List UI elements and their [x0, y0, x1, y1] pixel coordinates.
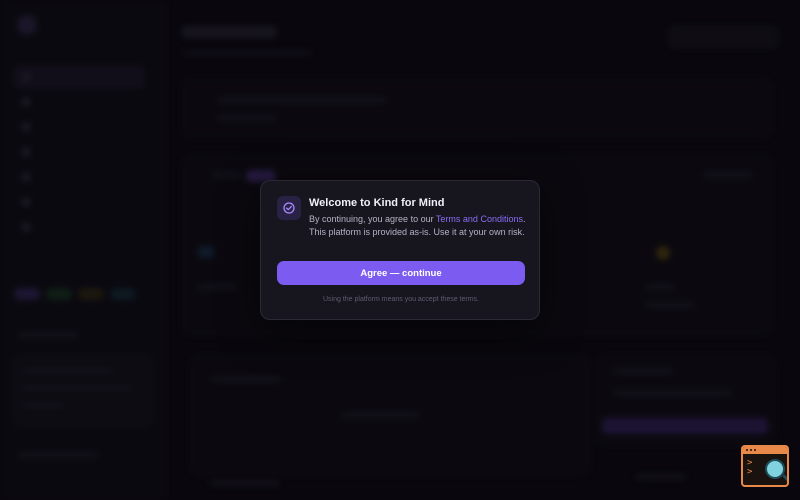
modal-footer-note: Using the platform means you accept thes…	[322, 296, 480, 303]
agree-button[interactable]: Agree — continue	[277, 261, 525, 285]
terminal-search-widget-icon[interactable]: > >	[741, 445, 789, 487]
terms-link[interactable]: Terms and Conditions	[436, 214, 523, 224]
prompt-icon: > >	[747, 458, 753, 477]
modal-body: By continuing, you agree to our Terms an…	[309, 213, 529, 238]
widget-titlebar	[743, 447, 787, 454]
modal-title: Welcome to Kind for Mind	[309, 197, 445, 209]
terms-modal: Welcome to Kind for Mind By continuing, …	[260, 180, 540, 320]
modal-body-prefix: By continuing, you agree to our	[309, 214, 436, 224]
check-circle-icon	[277, 196, 301, 220]
